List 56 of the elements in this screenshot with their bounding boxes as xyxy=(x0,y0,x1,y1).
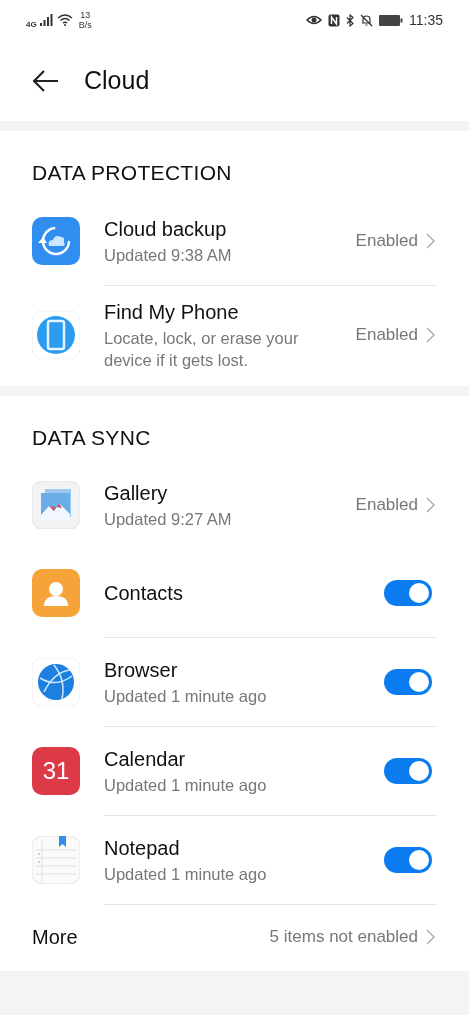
item-subtitle: Updated 1 minute ago xyxy=(104,775,268,796)
toggle-switch[interactable] xyxy=(384,758,432,784)
speed-unit: B/s xyxy=(78,20,92,30)
section-header: DATA SYNC xyxy=(31,424,152,451)
item-subtitle: Updated 9:38 AM xyxy=(104,244,233,266)
toggle-switch[interactable] xyxy=(384,669,432,695)
notepad-icon xyxy=(32,836,80,884)
chevron-right-icon xyxy=(426,929,435,945)
chevron-right-icon xyxy=(426,232,435,249)
item-subtitle: Locate, lock, or erase your device if it gets lost. xyxy=(104,327,300,371)
item-title: Notepad xyxy=(104,836,181,861)
toggle-switch[interactable] xyxy=(384,580,432,606)
toggle-switch[interactable] xyxy=(384,847,432,873)
settings-row[interactable]: Cloud backup Updated 9:38 AM Enabled xyxy=(0,196,469,285)
contact-person-icon xyxy=(32,569,80,617)
status-text: 5 items not enabled xyxy=(269,926,418,949)
item-title: Calendar xyxy=(104,747,187,772)
wifi-icon xyxy=(56,14,73,26)
item-title: More xyxy=(32,925,79,950)
item-subtitle: Updated 1 minute ago xyxy=(104,686,268,707)
page-title: Cloud xyxy=(84,64,150,96)
settings-row[interactable]: 31 Calendar Updated 1 minute ago xyxy=(0,727,469,815)
signal-icon xyxy=(39,14,54,26)
item-title: Browser xyxy=(104,658,179,683)
settings-row[interactable]: Browser Updated 1 minute ago xyxy=(0,638,469,726)
settings-row[interactable]: Find My Phone Locate, lock, or erase your device if it gets lost. Enabled xyxy=(0,285,469,384)
status-text: Enabled xyxy=(355,323,418,346)
status-text: Enabled xyxy=(355,494,418,517)
item-title: Find My Phone xyxy=(104,299,240,325)
settings-row[interactable]: Gallery Updated 9:27 AM Enabled xyxy=(0,461,469,549)
gallery-icon xyxy=(32,481,80,529)
battery-icon xyxy=(379,14,403,26)
status-text: Enabled xyxy=(355,229,418,252)
speed-value: 13 xyxy=(80,10,91,20)
item-subtitle: Updated 9:27 AM xyxy=(104,509,233,530)
settings-row[interactable]: Contacts xyxy=(0,549,469,637)
network-type: 4G xyxy=(26,19,37,31)
clock: 11:35 xyxy=(409,10,443,30)
item-title: Gallery xyxy=(104,481,169,506)
item-title: Cloud backup xyxy=(104,216,228,242)
item-title: Contacts xyxy=(104,581,184,606)
more-row[interactable]: More 5 items not enabled xyxy=(0,905,469,969)
calendar-icon: 31 xyxy=(32,747,80,795)
back-arrow-icon xyxy=(33,69,59,92)
muted-bell-icon xyxy=(360,13,373,27)
eye-icon xyxy=(306,14,322,26)
phone-icon xyxy=(32,310,80,359)
item-subtitle: Updated 1 minute ago xyxy=(104,864,268,885)
nfc-icon xyxy=(328,13,340,27)
globe-icon xyxy=(32,658,80,706)
section-header: DATA PROTECTION xyxy=(31,160,233,186)
chevron-right-icon xyxy=(426,497,435,513)
bluetooth-icon xyxy=(346,13,354,27)
cloud-backup-icon xyxy=(32,216,80,265)
chevron-right-icon xyxy=(426,326,435,343)
settings-row[interactable]: Notepad Updated 1 minute ago xyxy=(0,816,469,904)
